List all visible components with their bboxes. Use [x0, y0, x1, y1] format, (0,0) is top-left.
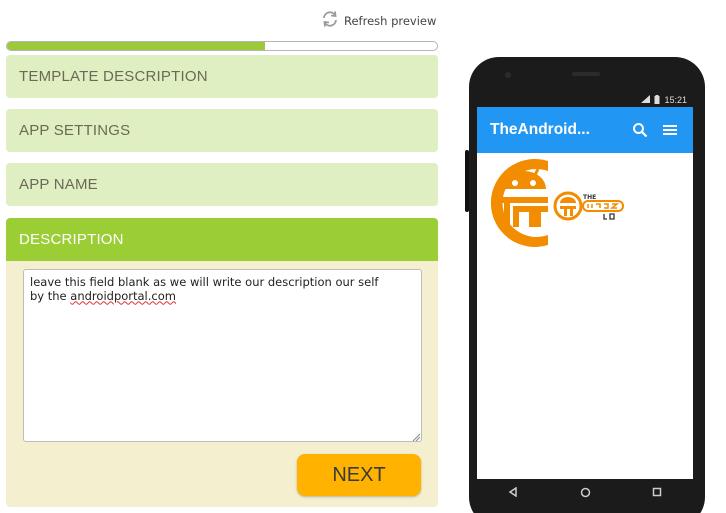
status-time: 15:21 — [664, 95, 687, 105]
logo-the-text: THE — [583, 194, 596, 201]
section-app-settings-label: APP SETTINGS — [19, 122, 131, 139]
progress-fill — [7, 42, 265, 50]
phone-side-button — [465, 150, 469, 212]
menu-icon[interactable] — [655, 115, 685, 145]
section-template-description[interactable]: TEMPLATE DESCRIPTION — [6, 55, 438, 98]
search-icon[interactable] — [625, 115, 655, 145]
section-description-header[interactable]: DESCRIPTION — [6, 218, 438, 261]
status-bar: 15:21 — [477, 93, 693, 107]
back-icon[interactable] — [498, 482, 528, 502]
app-content: THE — [477, 153, 693, 479]
app-bar: TheAndroid... — [477, 107, 693, 153]
recents-icon[interactable] — [642, 482, 672, 502]
android-nav-bar — [477, 479, 693, 505]
phone-speaker — [572, 72, 600, 76]
section-app-name-label: APP NAME — [19, 176, 98, 193]
next-button[interactable]: NEXT — [297, 454, 421, 496]
battery-icon — [654, 94, 660, 106]
description-line-2: by the androidportal.com — [30, 288, 415, 304]
signal-icon — [641, 95, 651, 105]
refresh-preview-button[interactable]: Refresh preview — [320, 9, 436, 32]
section-template-description-label: TEMPLATE DESCRIPTION — [19, 68, 208, 85]
section-description: DESCRIPTION leave this field blank as we… — [6, 218, 438, 507]
phone-screen: 15:21 TheAndroid... THE — [477, 93, 693, 505]
resize-grip-icon[interactable] — [411, 432, 421, 442]
app-logo: THE — [490, 159, 624, 247]
refresh-preview-label: Refresh preview — [344, 13, 437, 28]
description-textarea[interactable]: leave this field blank as we will write … — [23, 269, 422, 442]
home-icon[interactable] — [570, 482, 600, 502]
description-line-2-prefix: by the — [30, 288, 71, 303]
page: Refresh preview TEMPLATE DESCRIPTION APP… — [0, 0, 726, 513]
section-app-settings[interactable]: APP SETTINGS — [6, 109, 438, 152]
progress-bar — [6, 41, 438, 51]
description-line-1: leave this field blank as we will write … — [30, 275, 379, 289]
refresh-icon — [320, 9, 340, 32]
description-link-text: androidportal.com — [70, 288, 176, 303]
app-title: TheAndroid... — [490, 121, 590, 138]
section-app-name[interactable]: APP NAME — [6, 163, 438, 206]
phone-camera — [505, 72, 511, 78]
